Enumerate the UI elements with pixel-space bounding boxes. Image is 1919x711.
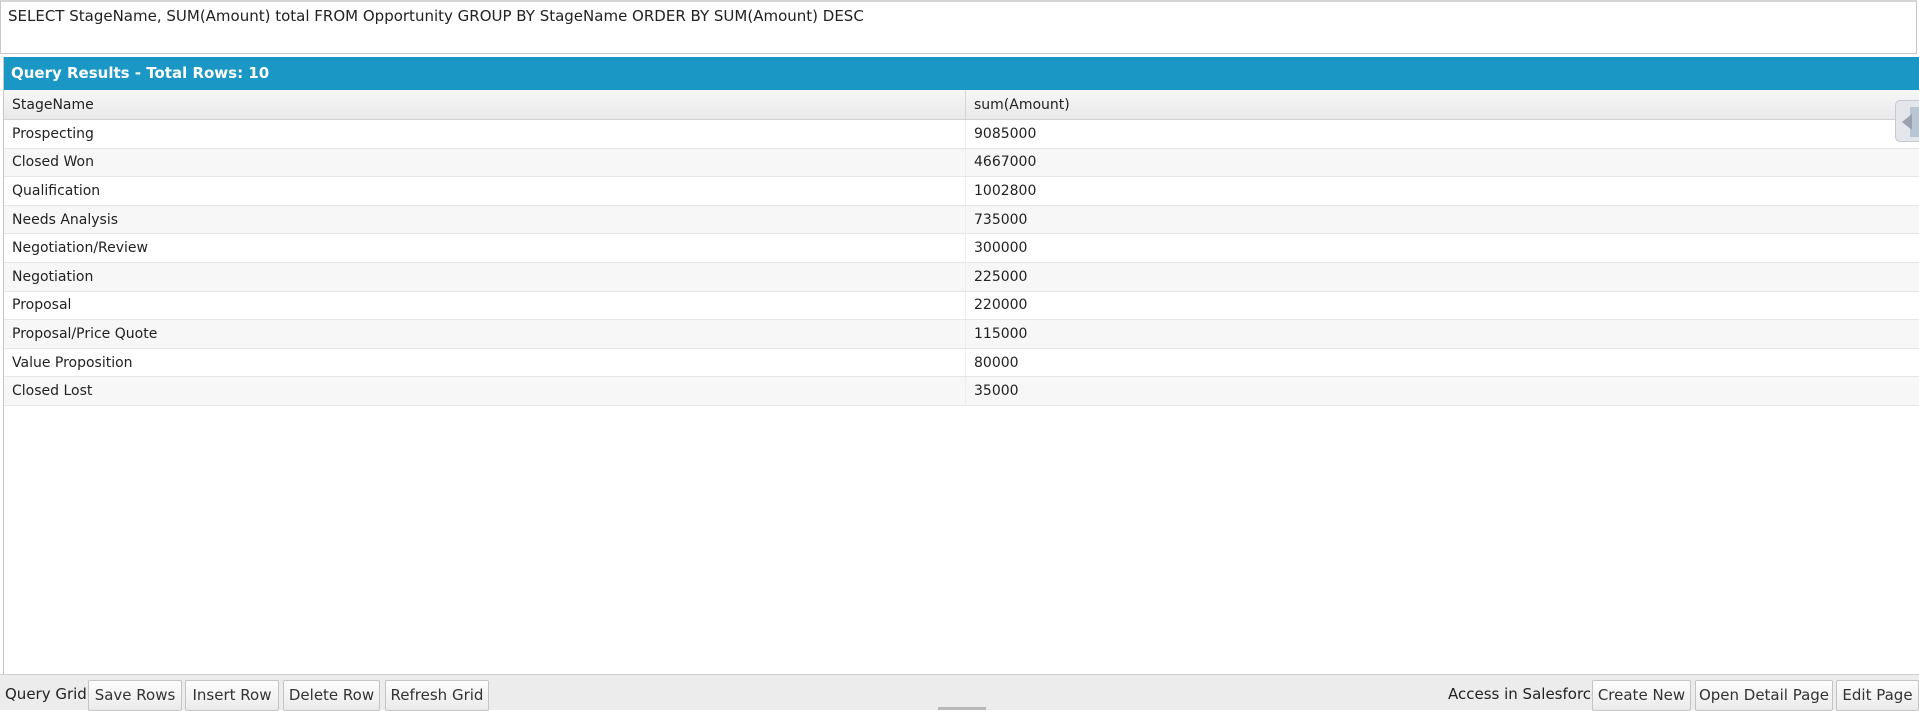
open-detail-page-button[interactable]: Open Detail Page [1695,680,1833,711]
cell-amount[interactable]: 9085000 [966,120,1919,149]
edit-page-button[interactable]: Edit Page [1836,680,1919,711]
side-panel-toggle[interactable] [1895,100,1919,142]
soql-query-input[interactable]: SELECT StageName, SUM(Amount) total FROM… [0,0,1917,54]
results-header: Query Results - Total Rows: 10 [4,57,1919,90]
refresh-grid-button[interactable]: Refresh Grid [385,680,489,711]
grid-header-row: StageName sum(Amount) [4,90,1919,120]
table-row[interactable]: Qualification1002800 [4,177,1919,206]
cell-stagename[interactable]: Negotiation/Review [4,234,966,263]
results-grid: StageName sum(Amount) Prospecting9085000… [4,90,1919,406]
cell-amount[interactable]: 80000 [966,348,1919,377]
cell-stagename[interactable]: Value Proposition [4,348,966,377]
table-row[interactable]: Proposal/Price Quote115000 [4,320,1919,349]
table-row[interactable]: Value Proposition80000 [4,348,1919,377]
cell-stagename[interactable]: Proposal [4,291,966,320]
save-rows-button[interactable]: Save Rows [88,680,182,711]
table-row[interactable]: Prospecting9085000 [4,120,1919,149]
cell-amount[interactable]: 115000 [966,320,1919,349]
cell-stagename[interactable]: Prospecting [4,120,966,149]
cell-amount[interactable]: 300000 [966,234,1919,263]
query-grid-label: Query Grid: [5,685,92,703]
grid-toolbar: Query Grid: Save Rows Insert Row Delete … [0,674,1919,710]
cell-stagename[interactable]: Proposal/Price Quote [4,320,966,349]
table-row[interactable]: Negotiation225000 [4,262,1919,291]
cell-amount[interactable]: 220000 [966,291,1919,320]
table-row[interactable]: Proposal220000 [4,291,1919,320]
access-in-salesforce-label: Access in Salesforce: [1448,685,1605,703]
cell-amount[interactable]: 225000 [966,262,1919,291]
cell-amount[interactable]: 4667000 [966,148,1919,177]
cell-amount[interactable]: 35000 [966,377,1919,406]
table-row[interactable]: Closed Lost35000 [4,377,1919,406]
query-results-panel: Query Results - Total Rows: 10 StageName… [3,57,1919,674]
cell-amount[interactable]: 735000 [966,205,1919,234]
cell-stagename[interactable]: Qualification [4,177,966,206]
cell-stagename[interactable]: Closed Lost [4,377,966,406]
column-header-stagename[interactable]: StageName [4,90,966,120]
cell-stagename[interactable]: Negotiation [4,262,966,291]
query-text[interactable]: SELECT StageName, SUM(Amount) total FROM… [8,7,864,25]
insert-row-button[interactable]: Insert Row [185,680,279,711]
collapse-arrow-icon [1902,114,1912,130]
column-header-sum-amount[interactable]: sum(Amount) [966,90,1919,120]
cell-stagename[interactable]: Needs Analysis [4,205,966,234]
cell-stagename[interactable]: Closed Won [4,148,966,177]
cell-amount[interactable]: 1002800 [966,177,1919,206]
table-row[interactable]: Needs Analysis735000 [4,205,1919,234]
delete-row-button[interactable]: Delete Row [283,680,380,711]
create-new-button[interactable]: Create New [1592,680,1691,711]
table-row[interactable]: Negotiation/Review300000 [4,234,1919,263]
table-row[interactable]: Closed Won4667000 [4,148,1919,177]
